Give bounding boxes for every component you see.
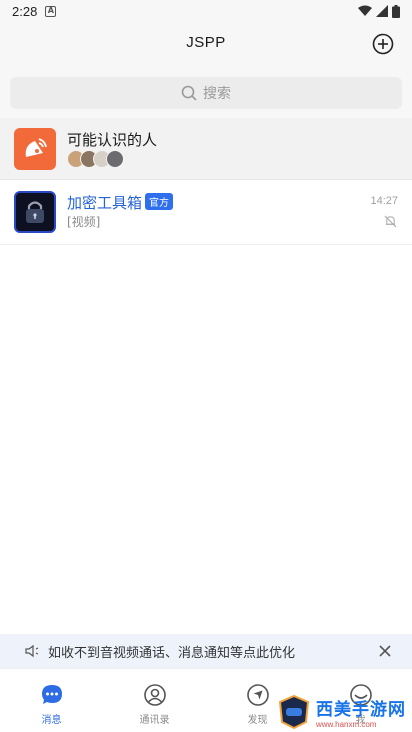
mute-bell-icon xyxy=(384,215,397,228)
people-row-title: 可能认识的人 xyxy=(67,131,158,149)
watermark-url: www.hanxm.com xyxy=(316,720,377,729)
search-area: 搜索 xyxy=(0,68,412,118)
site-watermark: 西美手游网 www.hanxm.com xyxy=(276,692,408,732)
speaker-icon xyxy=(25,644,39,658)
wifi-icon xyxy=(358,5,372,16)
watermark-logo-icon xyxy=(278,694,310,730)
add-circle-icon[interactable] xyxy=(372,33,394,55)
avatar xyxy=(106,150,124,168)
app-title: JSPP xyxy=(186,34,226,51)
watermark-text: 西美手游网 xyxy=(316,700,406,720)
chat-time: 14:27 xyxy=(370,195,398,207)
discover-icon xyxy=(246,684,269,706)
tab-label: 发现 xyxy=(247,715,268,726)
status-time: 2:28 xyxy=(12,3,38,19)
tab-messages[interactable]: 消息 xyxy=(0,669,103,732)
message-icon xyxy=(41,685,62,704)
people-you-may-know-row[interactable]: 可能认识的人 xyxy=(0,118,412,180)
optimization-notice[interactable]: 如收不到音视频通话、消息通知等点此优化 xyxy=(0,634,412,668)
suggested-avatars xyxy=(67,150,124,168)
notification-a-icon: A xyxy=(45,5,57,17)
search-icon xyxy=(181,85,197,101)
chat-preview: [视频] xyxy=(67,215,101,229)
chat-list-item[interactable]: 加密工具箱 官方 [视频] 14:27 xyxy=(0,181,412,245)
tab-label: 通讯录 xyxy=(139,715,170,726)
tab-contacts[interactable]: 通讯录 xyxy=(103,669,206,732)
official-badge: 官方 xyxy=(145,193,173,210)
lock-icon xyxy=(14,191,56,233)
close-icon[interactable] xyxy=(378,644,392,658)
status-bar: 2:28 A xyxy=(0,0,412,22)
search-input[interactable]: 搜索 xyxy=(10,77,402,109)
notice-text: 如收不到音视频通话、消息通知等点此优化 xyxy=(48,645,296,661)
contacts-icon xyxy=(143,684,166,706)
search-placeholder: 搜索 xyxy=(203,86,231,102)
signal-icon xyxy=(376,5,388,17)
tab-label: 消息 xyxy=(41,715,62,726)
chat-name: 加密工具箱 xyxy=(67,194,143,212)
app-bar: JSPP xyxy=(0,22,412,68)
battery-icon xyxy=(392,4,400,18)
radar-icon xyxy=(14,128,56,170)
